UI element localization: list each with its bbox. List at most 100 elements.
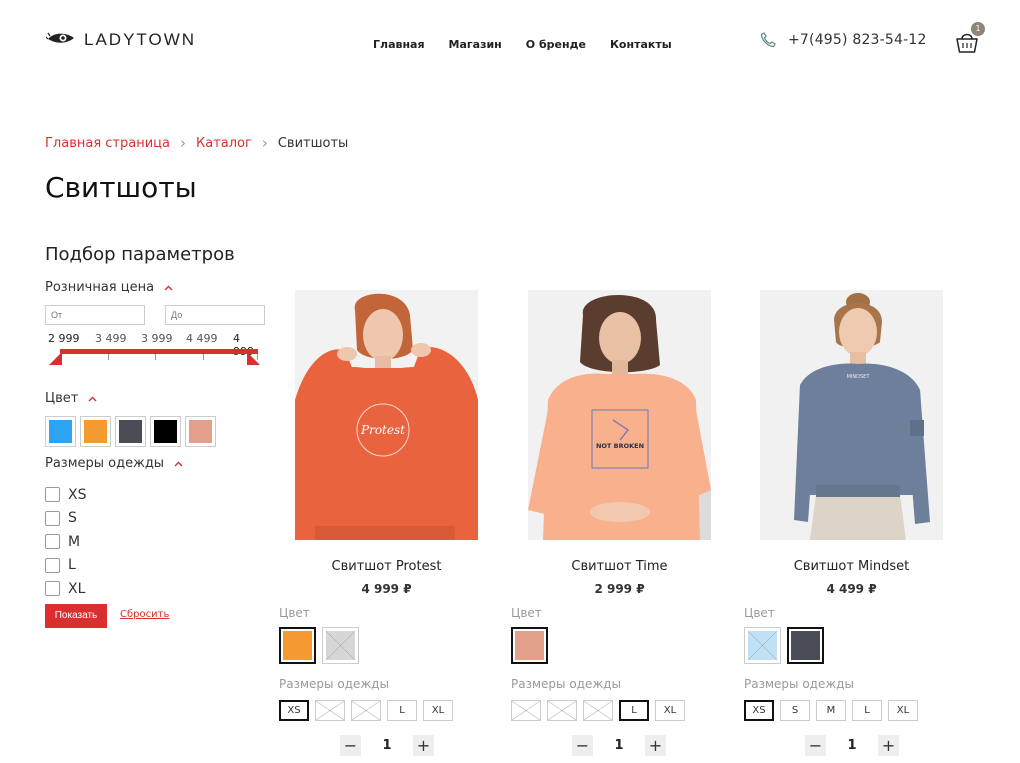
color-swatch[interactable] [150, 416, 181, 447]
color-swatch-fill [154, 420, 177, 443]
color-swatch-fill [84, 420, 107, 443]
product-photo[interactable]: NOT BROKEN [528, 290, 711, 540]
color-swatch-fill [515, 631, 544, 660]
size-option[interactable]: S [780, 700, 810, 721]
plus-icon[interactable]: + [413, 735, 434, 756]
breadcrumb-current: Свитшоты [277, 136, 349, 151]
filter-title: Подбор параметров [45, 244, 235, 265]
price-range-slider[interactable] [49, 344, 262, 372]
color-swatch[interactable] [45, 416, 76, 447]
checkbox[interactable] [45, 581, 60, 597]
nav-shop[interactable]: Магазин [449, 38, 502, 51]
checkbox[interactable] [45, 487, 60, 503]
color-swatch[interactable] [115, 416, 146, 447]
color-swatch-fill [283, 631, 312, 660]
chevron-up-icon [88, 396, 97, 401]
size-option-unavailable[interactable]: M [583, 700, 613, 721]
page-title: Свитшоты [45, 171, 197, 204]
size-option-xl[interactable]: XL [45, 577, 86, 601]
show-button[interactable]: Показать [45, 604, 107, 628]
nav-about[interactable]: О бренде [526, 38, 586, 51]
size-option-unavailable[interactable]: S [315, 700, 345, 721]
size-option-label: XS [68, 486, 87, 503]
phone-contact[interactable]: +7(495) 823-54-12 [760, 32, 927, 48]
size-option[interactable]: XS [279, 700, 309, 721]
minus-icon[interactable]: − [572, 735, 593, 756]
quantity-value[interactable]: 1 [361, 738, 413, 753]
size-option[interactable]: XL [423, 700, 453, 721]
reset-link[interactable]: Сбросить [120, 609, 169, 620]
product-color-option[interactable] [511, 627, 548, 664]
product-card: Protest Свитшот Protest 4 999 ₽ Цвет Раз… [279, 290, 511, 760]
color-filter-toggle[interactable]: Цвет [45, 391, 97, 406]
color-swatch-fill [326, 631, 355, 660]
quantity-value[interactable]: 1 [593, 738, 645, 753]
plus-icon[interactable]: + [878, 735, 899, 756]
size-option[interactable]: L [619, 700, 649, 721]
price-filter-toggle[interactable]: Розничная цена [45, 280, 173, 295]
size-option-label: M [68, 533, 81, 550]
product-color-options [511, 627, 548, 664]
size-option-unavailable[interactable]: XS [511, 700, 541, 721]
cart-button[interactable]: 1 [952, 22, 988, 58]
size-option-unavailable[interactable]: M [351, 700, 381, 721]
slider-handle-max[interactable] [246, 352, 260, 366]
slider-tick [108, 354, 109, 360]
color-swatch-fill [748, 631, 777, 660]
quantity-stepper: − 1 + [805, 735, 899, 756]
product-name[interactable]: Свитшот Protest [295, 559, 478, 574]
breadcrumb: Главная страница › Каталог › Свитшоты [45, 136, 349, 152]
quantity-stepper: − 1 + [340, 735, 434, 756]
checkbox[interactable] [45, 510, 60, 526]
product-size-label: Размеры одежды [744, 677, 854, 691]
price-to-input[interactable] [165, 305, 265, 325]
product-color-option-unavailable[interactable] [322, 627, 359, 664]
logo[interactable]: LADYTOWN [46, 30, 196, 50]
nav-home[interactable]: Главная [373, 38, 425, 51]
breadcrumb-home[interactable]: Главная страница [45, 136, 170, 151]
product-color-option[interactable] [279, 627, 316, 664]
product-color-options [744, 627, 824, 664]
chevron-up-icon [174, 461, 183, 466]
plus-icon[interactable]: + [645, 735, 666, 756]
nav-contacts[interactable]: Контакты [610, 38, 672, 51]
minus-icon[interactable]: − [340, 735, 361, 756]
slider-handle-min[interactable] [49, 352, 63, 366]
cart-count-badge: 1 [971, 22, 985, 36]
price-from-input[interactable] [45, 305, 145, 325]
price-filter-label: Розничная цена [45, 280, 155, 295]
size-option[interactable]: XL [888, 700, 918, 721]
product-color-label: Цвет [511, 606, 542, 620]
product-price: 4 499 ₽ [826, 582, 877, 596]
size-option[interactable]: L [852, 700, 882, 721]
product-color-option-unavailable[interactable] [744, 627, 781, 664]
product-color-option[interactable] [787, 627, 824, 664]
checkbox[interactable] [45, 534, 60, 550]
product-photo[interactable]: Protest [295, 290, 478, 540]
quantity-value[interactable]: 1 [826, 738, 878, 753]
size-option[interactable]: L [387, 700, 417, 721]
checkbox[interactable] [45, 557, 60, 573]
size-option-m[interactable]: M [45, 530, 86, 554]
size-option-unavailable[interactable]: S [547, 700, 577, 721]
product-card: MINDSET Свитшот Mindset 4 499 ₽ Цвет Раз… [744, 290, 976, 760]
size-option-l[interactable]: L [45, 554, 86, 578]
svg-text:Protest: Protest [360, 423, 405, 437]
size-filter-toggle[interactable]: Размеры одежды [45, 456, 183, 471]
minus-icon[interactable]: − [805, 735, 826, 756]
color-swatch[interactable] [185, 416, 216, 447]
product-name[interactable]: Свитшот Mindset [760, 559, 943, 574]
product-name[interactable]: Свитшот Time [528, 559, 711, 574]
product-price: 2 999 ₽ [594, 582, 645, 596]
size-option[interactable]: XL [655, 700, 685, 721]
color-swatch[interactable] [80, 416, 111, 447]
size-option[interactable]: XS [744, 700, 774, 721]
size-option-s[interactable]: S [45, 507, 86, 531]
size-option[interactable]: M [816, 700, 846, 721]
breadcrumb-catalog[interactable]: Каталог [196, 136, 252, 151]
size-option-xs[interactable]: XS [45, 483, 86, 507]
main-nav: Главная Магазин О бренде Контакты [373, 38, 672, 51]
product-photo[interactable]: MINDSET [760, 290, 943, 540]
size-filter-label: Размеры одежды [45, 456, 165, 471]
product-size-options: XS SML XL [279, 700, 453, 721]
